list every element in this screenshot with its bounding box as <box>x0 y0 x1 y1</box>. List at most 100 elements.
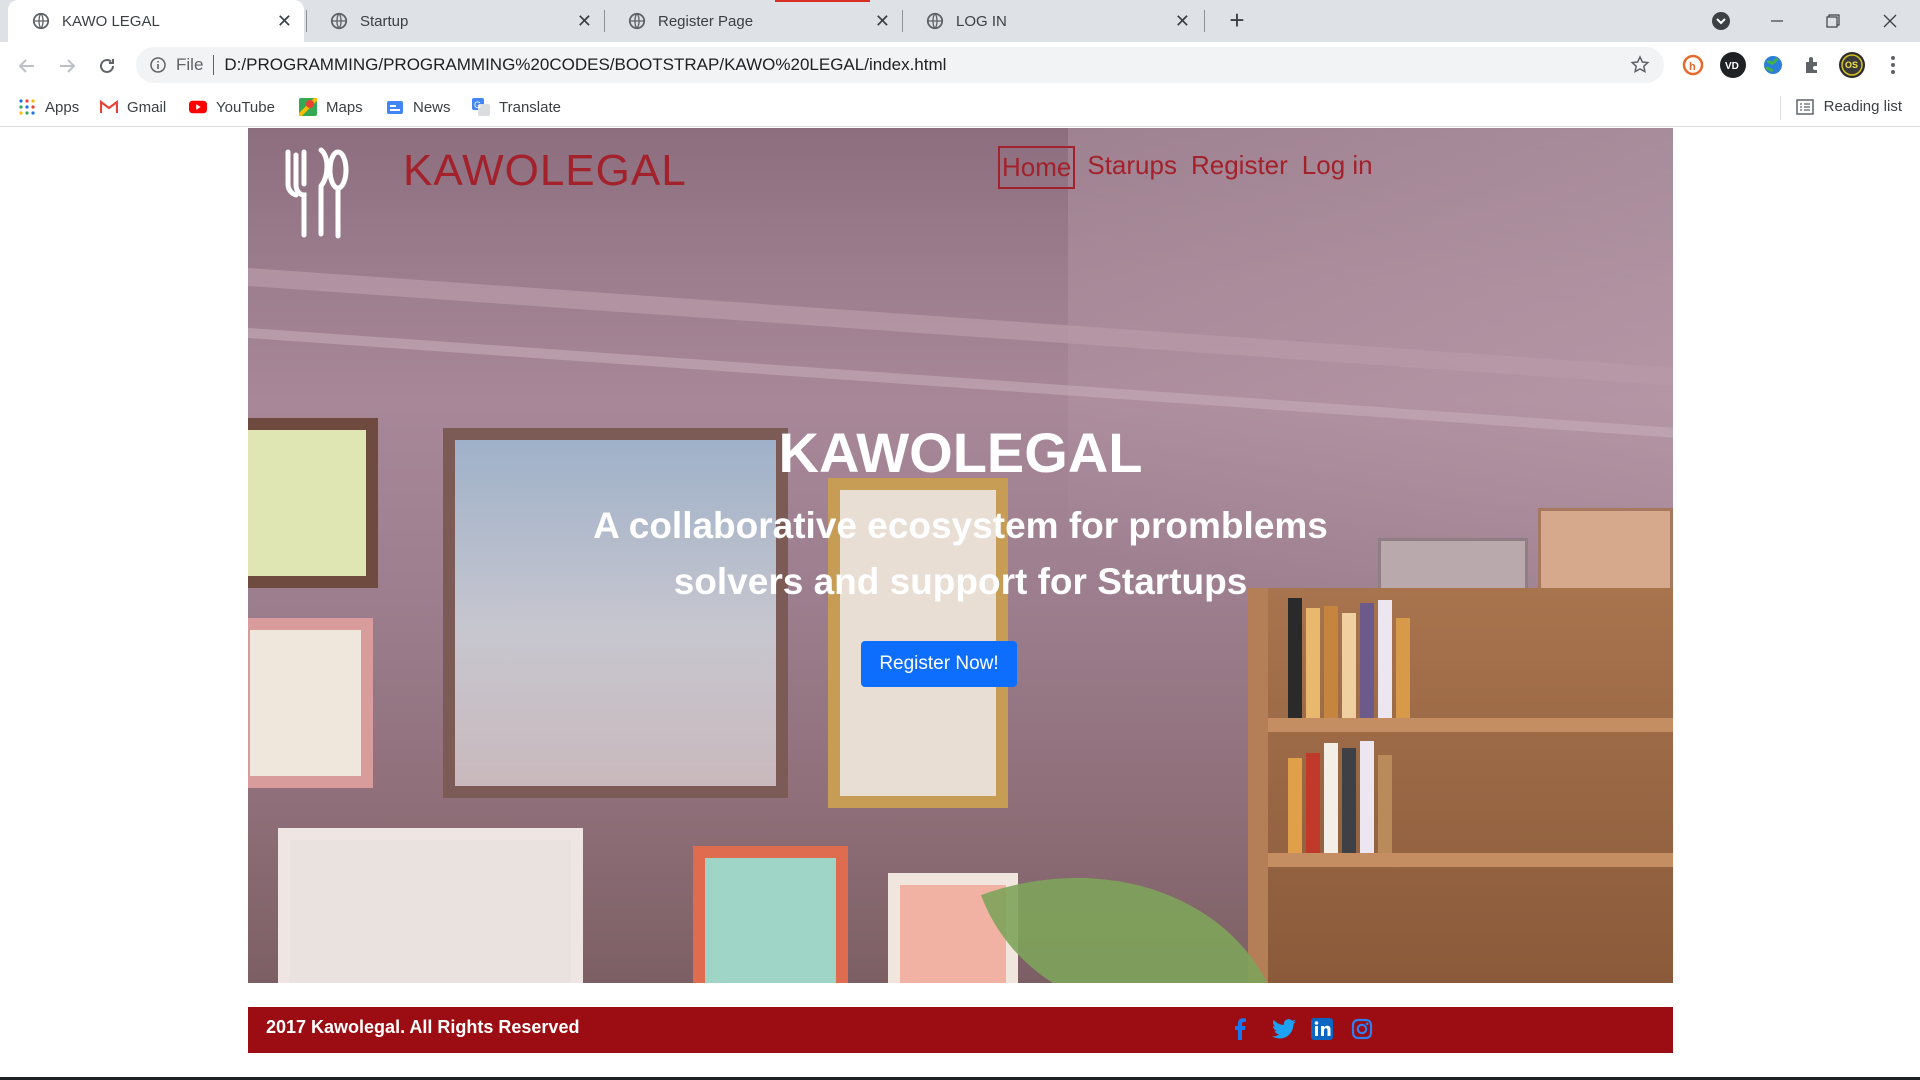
honey-icon: h <box>1682 54 1704 76</box>
tab-log-in[interactable]: LOG IN ✕ <box>902 0 1202 42</box>
translate-icon: G <box>472 98 490 116</box>
avatar-icon: OS <box>1841 54 1863 76</box>
youtube-icon <box>189 98 207 116</box>
cutlery-logo-icon[interactable] <box>276 140 356 240</box>
bookmark-label: News <box>413 98 451 116</box>
close-tab-icon[interactable]: ✕ <box>277 11 292 31</box>
hero-section: KAWOLEGAL Home Starups Register Log in K… <box>248 128 1673 983</box>
arrow-right-icon <box>60 59 76 73</box>
url-text[interactable]: D:/PROGRAMMING/PROGRAMMING%20CODES/BOOTS… <box>224 55 946 75</box>
extension-vd-icon[interactable]: VD <box>1720 52 1746 78</box>
book-row <box>1288 738 1468 853</box>
bookmark-label: YouTube <box>216 98 275 116</box>
tab-strip: KAWO LEGAL ✕ Startup ✕ Register Page ✕ L… <box>0 0 1920 42</box>
close-tab-icon[interactable]: ✕ <box>1175 11 1190 31</box>
bookmarks-bar: Apps Gmail YouTube Maps News G Translate… <box>0 89 1920 127</box>
more-vert-icon <box>1891 56 1895 74</box>
tab-title: KAWO LEGAL <box>62 12 160 30</box>
tab-separator <box>1204 10 1205 32</box>
svg-text:h: h <box>1689 61 1696 73</box>
restore-icon <box>1826 14 1840 28</box>
bookmark-label: Gmail <box>127 98 167 116</box>
reload-button[interactable] <box>92 51 122 81</box>
profile-avatar[interactable]: OS <box>1839 52 1865 78</box>
bookmark-gmail[interactable]: Gmail <box>100 98 166 116</box>
globe-icon <box>32 12 50 30</box>
bookmark-news[interactable]: News <box>386 98 451 116</box>
bookmark-maps[interactable]: Maps <box>299 98 363 116</box>
picture-frame <box>248 618 373 788</box>
maps-icon <box>299 98 317 116</box>
forward-button[interactable] <box>52 51 82 81</box>
minimize-icon <box>1771 20 1783 22</box>
nav-home[interactable]: Home <box>998 146 1076 189</box>
apps-grid-icon <box>18 98 36 116</box>
close-window-button[interactable] <box>1870 4 1910 38</box>
bookmark-label: Translate <box>499 98 561 116</box>
address-bar[interactable]: File D:/PROGRAMMING/PROGRAMMING%20CODES/… <box>136 47 1664 83</box>
tab-title: LOG IN <box>956 12 1007 30</box>
close-icon <box>1883 14 1897 28</box>
bookmarks-divider <box>1780 96 1781 120</box>
restore-button[interactable] <box>1813 4 1853 38</box>
svg-text:VD: VD <box>1725 61 1739 72</box>
reading-list-icon <box>1795 98 1814 115</box>
book-row <box>1288 596 1438 718</box>
tab-search-button[interactable] <box>1701 4 1741 38</box>
extension-honey-icon[interactable]: h <box>1680 52 1706 78</box>
instagram-icon[interactable] <box>1348 1015 1376 1043</box>
picture-frame <box>278 828 583 983</box>
minimize-button[interactable] <box>1757 4 1797 38</box>
page-viewport: KAWOLEGAL Home Starups Register Log in K… <box>0 128 1920 1080</box>
globe-icon <box>926 12 944 30</box>
tab-kawo-legal[interactable]: KAWO LEGAL ✕ <box>8 0 304 42</box>
main-menu: Home Starups Register Log in <box>998 146 1375 189</box>
site-brand[interactable]: KAWOLEGAL <box>403 146 687 196</box>
browser-menu-button[interactable] <box>1880 52 1906 78</box>
bookmark-star-icon[interactable] <box>1630 55 1650 75</box>
register-now-button[interactable]: Register Now! <box>861 641 1017 687</box>
shelf-board <box>1268 718 1673 732</box>
svg-text:OS: OS <box>1845 60 1858 70</box>
extension-globe-icon[interactable] <box>1760 52 1786 78</box>
close-tab-icon[interactable]: ✕ <box>875 11 890 31</box>
nav-register[interactable]: Register <box>1189 146 1290 189</box>
back-button[interactable] <box>12 51 42 81</box>
file-scheme-label: File <box>176 55 204 74</box>
facebook-icon[interactable] <box>1226 1015 1254 1043</box>
bookshelf <box>1248 588 1673 983</box>
bookmark-apps[interactable]: Apps <box>18 98 79 116</box>
new-tab-button[interactable]: + <box>1222 6 1252 36</box>
tab-title: Startup <box>360 12 409 30</box>
gmail-icon <box>100 98 118 116</box>
tab-startup[interactable]: Startup ✕ <box>306 0 604 42</box>
hero-subtitle: A collaborative ecosystem for promblems … <box>593 505 1328 602</box>
extensions-button[interactable] <box>1800 52 1826 78</box>
picture-frame <box>693 846 848 983</box>
globe-icon <box>330 12 348 30</box>
reading-list-button[interactable]: Reading list <box>1795 98 1902 115</box>
twitter-icon[interactable] <box>1270 1015 1298 1043</box>
linkedin-icon[interactable] <box>1308 1015 1336 1043</box>
bookmark-label: Maps <box>326 98 363 116</box>
earth-icon <box>1764 56 1782 74</box>
tab-title: Register Page <box>658 12 754 30</box>
footer-copyright: 2017 Kawolegal. All Rights Reserved <box>266 1017 580 1037</box>
bookmark-youtube[interactable]: YouTube <box>189 98 275 116</box>
bookmark-label: Apps <box>45 98 80 116</box>
site-navbar: KAWOLEGAL Home Starups Register Log in <box>248 128 1673 240</box>
svg-text:G: G <box>474 100 481 110</box>
vd-icon: VD <box>1725 61 1739 72</box>
close-tab-icon[interactable]: ✕ <box>577 11 592 31</box>
site-footer: 2017 Kawolegal. All Rights Reserved <box>248 1007 1673 1053</box>
nav-log-in[interactable]: Log in <box>1300 146 1375 189</box>
arrow-left-icon <box>18 59 34 73</box>
nav-starups[interactable]: Starups <box>1085 146 1179 189</box>
bookmark-translate[interactable]: G Translate <box>472 98 561 116</box>
info-icon[interactable] <box>150 57 166 73</box>
puzzle-icon <box>1806 57 1817 73</box>
browser-toolbar: File D:/PROGRAMMING/PROGRAMMING%20CODES/… <box>0 42 1920 89</box>
hero-title: KAWOLEGAL <box>778 421 1143 484</box>
tab-register-page[interactable]: Register Page ✕ <box>604 0 902 42</box>
shelf-board <box>1268 853 1673 867</box>
